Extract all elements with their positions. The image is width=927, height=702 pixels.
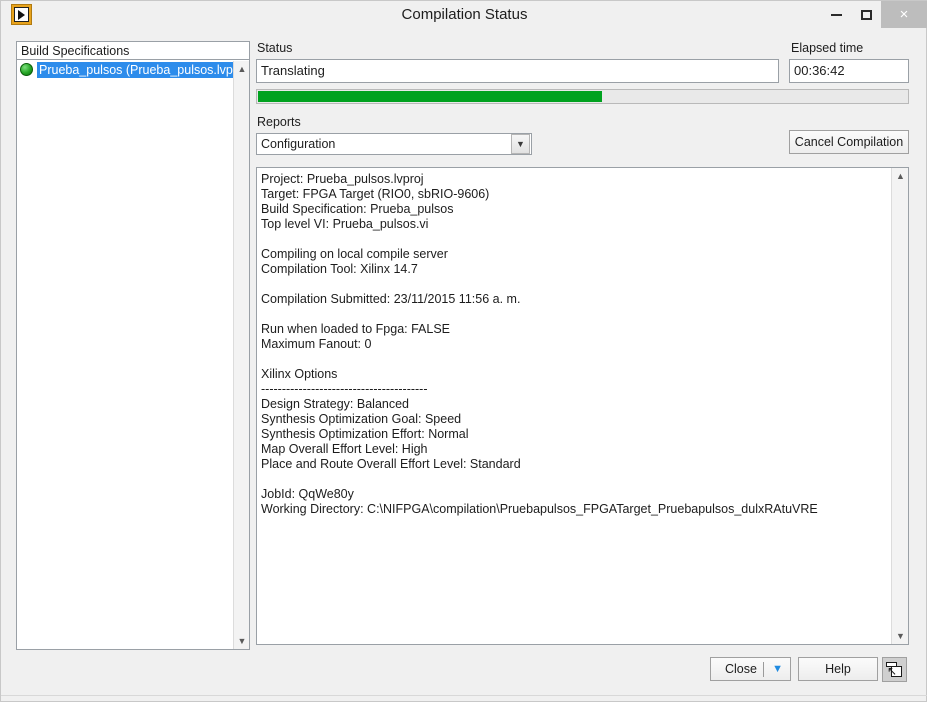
- bottom-divider: [1, 695, 927, 696]
- compilation-status-window: Compilation Status × Build Specification…: [0, 0, 927, 702]
- close-button-label: Close: [725, 662, 757, 676]
- reports-selected-value: Configuration: [261, 137, 336, 151]
- status-field: Translating: [256, 59, 779, 83]
- status-label: Status: [257, 41, 293, 55]
- reports-dropdown[interactable]: Configuration ▼: [256, 133, 532, 155]
- scroll-down-icon[interactable]: ▼: [892, 628, 909, 644]
- close-icon: ×: [899, 6, 909, 23]
- maximize-icon: [860, 9, 872, 20]
- elapsed-time-field: 00:36:42: [789, 59, 909, 83]
- compilation-log-box: Project: Prueba_pulsos.lvproj Target: FP…: [256, 167, 909, 645]
- elapsed-time-label: Elapsed time: [791, 41, 864, 55]
- compilation-log-text: Project: Prueba_pulsos.lvproj Target: FP…: [261, 172, 818, 516]
- chevron-down-icon[interactable]: ▼: [511, 134, 530, 154]
- cancel-compilation-button[interactable]: Cancel Compilation: [789, 130, 909, 154]
- close-split-divider: [763, 662, 764, 677]
- minimize-icon: [830, 13, 842, 16]
- build-specifications-list[interactable]: Prueba_pulsos (Prueba_pulsos.lvpr: [17, 61, 233, 649]
- maximize-button[interactable]: [851, 1, 881, 28]
- close-button[interactable]: Close ▼: [710, 657, 791, 681]
- list-item-label: Prueba_pulsos (Prueba_pulsos.lvpr: [37, 61, 233, 78]
- scroll-up-icon[interactable]: ▲: [892, 168, 909, 184]
- build-specifications-header: Build Specifications: [17, 42, 249, 60]
- progress-fill: [258, 91, 602, 102]
- scroll-up-icon[interactable]: ▲: [234, 61, 250, 77]
- minimize-button[interactable]: [821, 1, 851, 28]
- chevron-down-icon[interactable]: ▼: [772, 658, 783, 680]
- reports-label: Reports: [257, 115, 301, 129]
- title-bar: Compilation Status ×: [1, 1, 927, 28]
- close-window-button[interactable]: ×: [881, 1, 927, 28]
- window-arrange-icon: ↖: [886, 661, 903, 678]
- window-title: Compilation Status: [401, 6, 528, 23]
- list-item[interactable]: Prueba_pulsos (Prueba_pulsos.lvpr: [17, 61, 233, 78]
- compilation-progress-bar: [256, 89, 909, 104]
- green-circle-icon: [20, 63, 33, 76]
- log-scrollbar[interactable]: ▲ ▼: [891, 168, 908, 644]
- scroll-down-icon[interactable]: ▼: [234, 633, 250, 649]
- window-arrange-button[interactable]: ↖: [882, 657, 907, 682]
- build-specifications-panel: Build Specifications Prueba_pulsos (Prue…: [16, 41, 250, 650]
- build-list-scrollbar[interactable]: ▲ ▼: [233, 61, 249, 649]
- help-button[interactable]: Help: [798, 657, 878, 681]
